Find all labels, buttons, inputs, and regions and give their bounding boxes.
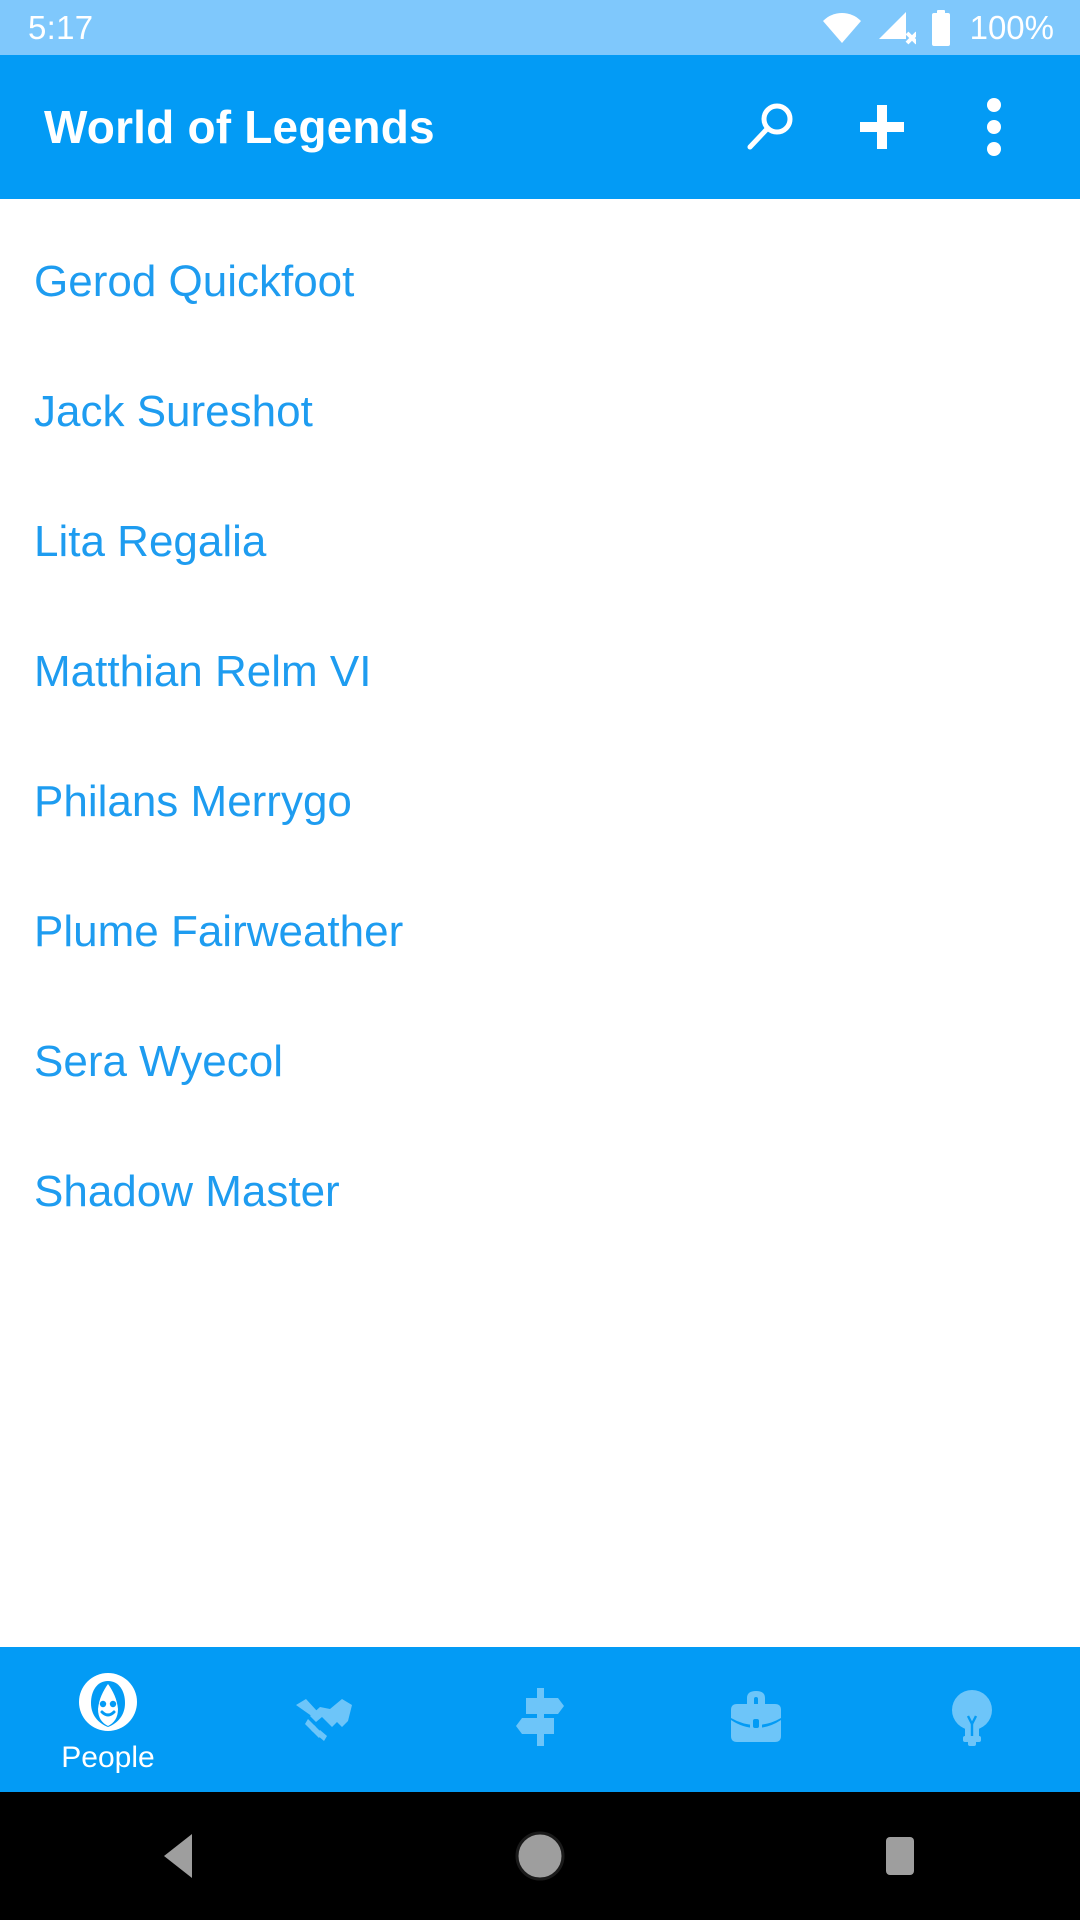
- person-face-icon: [77, 1667, 139, 1737]
- add-button[interactable]: [826, 71, 938, 183]
- back-triangle-icon: [158, 1832, 202, 1880]
- list-item[interactable]: Matthian Relm VI: [0, 607, 1080, 737]
- people-list[interactable]: Gerod Quickfoot Jack Sureshot Lita Regal…: [0, 199, 1080, 1647]
- nav-tab-label: People: [61, 1740, 155, 1774]
- status-bar: 5:17 100%: [0, 0, 1080, 55]
- list-item[interactable]: Gerod Quickfoot: [0, 217, 1080, 347]
- search-button[interactable]: [714, 71, 826, 183]
- app-screen: 5:17 100% World of Legends Gerod Quickfo…: [0, 0, 1080, 1920]
- app-bar: World of Legends: [0, 55, 1080, 199]
- list-item-label: Gerod Quickfoot: [34, 257, 355, 306]
- nav-tab-people[interactable]: People: [0, 1647, 216, 1792]
- list-item[interactable]: Shadow Master: [0, 1127, 1080, 1257]
- nav-tab-handshake[interactable]: [216, 1647, 432, 1792]
- nav-tab-briefcase[interactable]: [648, 1647, 864, 1792]
- handshake-icon: [292, 1682, 356, 1752]
- add-icon: [854, 99, 910, 155]
- signpost-icon: [512, 1682, 568, 1752]
- battery-percent-label: 100%: [969, 8, 1054, 46]
- battery-full-icon: [930, 9, 952, 46]
- list-item-label: Lita Regalia: [34, 517, 267, 566]
- recents-square-icon: [880, 1834, 920, 1878]
- nav-tab-signpost[interactable]: [432, 1647, 648, 1792]
- list-item[interactable]: Plume Fairweather: [0, 867, 1080, 997]
- status-bar-icons: 100%: [822, 9, 1054, 47]
- back-button[interactable]: [0, 1832, 360, 1880]
- status-clock: 5:17: [28, 8, 94, 46]
- overflow-menu-icon: [984, 97, 1004, 157]
- recents-button[interactable]: [720, 1834, 1080, 1878]
- search-icon: [742, 99, 798, 155]
- list-item[interactable]: Jack Sureshot: [0, 347, 1080, 477]
- wifi-icon: [822, 12, 862, 44]
- briefcase-icon: [725, 1682, 787, 1752]
- list-item[interactable]: Philans Merrygo: [0, 737, 1080, 867]
- list-item-label: Jack Sureshot: [34, 387, 313, 436]
- list-item[interactable]: Lita Regalia: [0, 477, 1080, 607]
- android-system-nav: [0, 1792, 1080, 1920]
- home-circle-icon: [514, 1830, 566, 1882]
- home-button[interactable]: [360, 1830, 720, 1882]
- bottom-navigation: People: [0, 1647, 1080, 1792]
- nav-tab-lightbulb[interactable]: [864, 1647, 1080, 1792]
- overflow-menu-button[interactable]: [938, 71, 1050, 183]
- list-item[interactable]: Sera Wyecol: [0, 997, 1080, 1127]
- app-title: World of Legends: [44, 101, 435, 153]
- list-item-label: Philans Merrygo: [34, 777, 352, 826]
- cellular-no-sim-icon: [876, 11, 916, 45]
- app-bar-actions: [714, 71, 1050, 183]
- list-item-label: Matthian Relm VI: [34, 647, 372, 696]
- lightbulb-icon: [949, 1682, 995, 1752]
- list-item-label: Shadow Master: [34, 1167, 340, 1216]
- list-item-label: Plume Fairweather: [34, 907, 404, 956]
- list-item-label: Sera Wyecol: [34, 1037, 284, 1086]
